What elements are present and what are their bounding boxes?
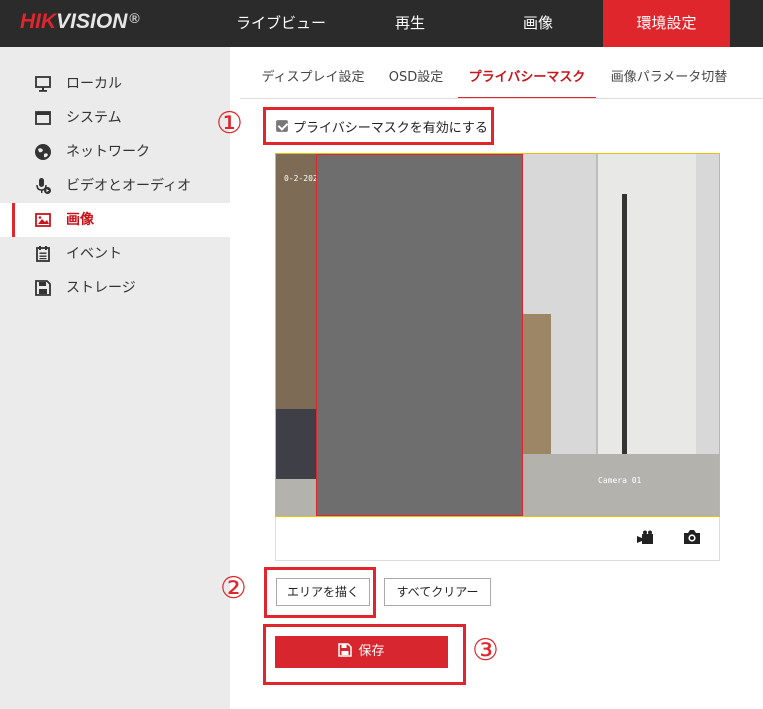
calendar-icon — [36, 246, 50, 262]
globe-icon — [35, 144, 51, 160]
sidebar-item-video-audio[interactable]: ビデオとオーディオ — [0, 169, 230, 203]
tab-image-parameter-switch[interactable]: 画像パラメータ切替 — [604, 63, 734, 99]
sidebar-item-label: ネットワーク — [66, 144, 150, 160]
nav-playback[interactable]: 再生 — [346, 0, 474, 47]
step-number-3: ③ — [472, 633, 499, 668]
clear-all-button[interactable]: すべてクリアー — [384, 578, 491, 606]
video-scene-post — [622, 194, 627, 494]
nav-configuration[interactable]: 環境設定 — [603, 0, 730, 47]
tab-osd-settings[interactable]: OSD設定 — [380, 63, 452, 99]
sidebar-item-storage[interactable]: ストレージ — [0, 271, 230, 305]
video-toolbar — [275, 517, 720, 561]
microphone-video-icon — [36, 178, 51, 194]
sidebar-item-label: ストレージ — [66, 280, 136, 296]
save-button-label: 保存 — [358, 644, 385, 659]
save-button[interactable]: 保存 — [275, 636, 448, 668]
step-number-1: ① — [216, 106, 243, 141]
system-window-icon — [35, 111, 51, 125]
nav-picture[interactable]: 画像 — [474, 0, 602, 47]
floppy-disk-icon — [35, 280, 51, 296]
sidebar-item-system[interactable]: システム — [0, 101, 230, 135]
sidebar-item-event[interactable]: イベント — [0, 237, 230, 271]
sidebar-item-image[interactable]: 画像 — [0, 203, 230, 237]
enable-privacy-mask-checkbox[interactable] — [276, 120, 288, 132]
privacy-mask-area[interactable] — [316, 154, 523, 516]
sidebar-item-network[interactable]: ネットワーク — [0, 135, 230, 169]
sidebar-item-label: ローカル — [66, 76, 122, 92]
sidebar-item-label: 画像 — [66, 212, 94, 228]
sidebar-item-label: システム — [66, 110, 122, 126]
save-icon — [338, 643, 353, 657]
record-video-icon[interactable] — [636, 530, 656, 546]
tab-display-settings[interactable]: ディスプレイ設定 — [254, 63, 372, 99]
video-preview[interactable]: 0-2-202 Camera 01 — [275, 153, 720, 517]
top-navigation-bar: HIKVISION ® ライブビュー 再生 画像 環境設定 — [0, 0, 763, 47]
nav-live-view[interactable]: ライブビュー — [216, 0, 346, 47]
sidebar-item-label: ビデオとオーディオ — [66, 178, 192, 194]
monitor-icon — [35, 76, 51, 92]
camera-snapshot-icon[interactable] — [682, 529, 702, 545]
video-scene-chair — [276, 409, 316, 479]
enable-privacy-mask-label: プライバシーマスクを有効にする — [293, 121, 488, 136]
draw-area-button[interactable]: エリアを描く — [276, 578, 370, 606]
step-number-2: ② — [220, 571, 247, 606]
sidebar-item-label: イベント — [66, 246, 122, 262]
sidebar-item-local[interactable]: ローカル — [0, 67, 230, 101]
osd-camera-name: Camera 01 — [598, 476, 642, 485]
hikvision-logo: HIKVISION ® — [20, 10, 140, 33]
osd-timestamp: 0-2-202 — [284, 174, 318, 183]
tab-divider — [240, 98, 763, 99]
sidebar: ローカル システム ネットワーク ビデオとオーディオ 画像 イベント ストレージ — [0, 47, 230, 709]
image-icon — [35, 213, 51, 227]
tab-privacy-mask[interactable]: プライバシーマスク — [458, 63, 596, 99]
